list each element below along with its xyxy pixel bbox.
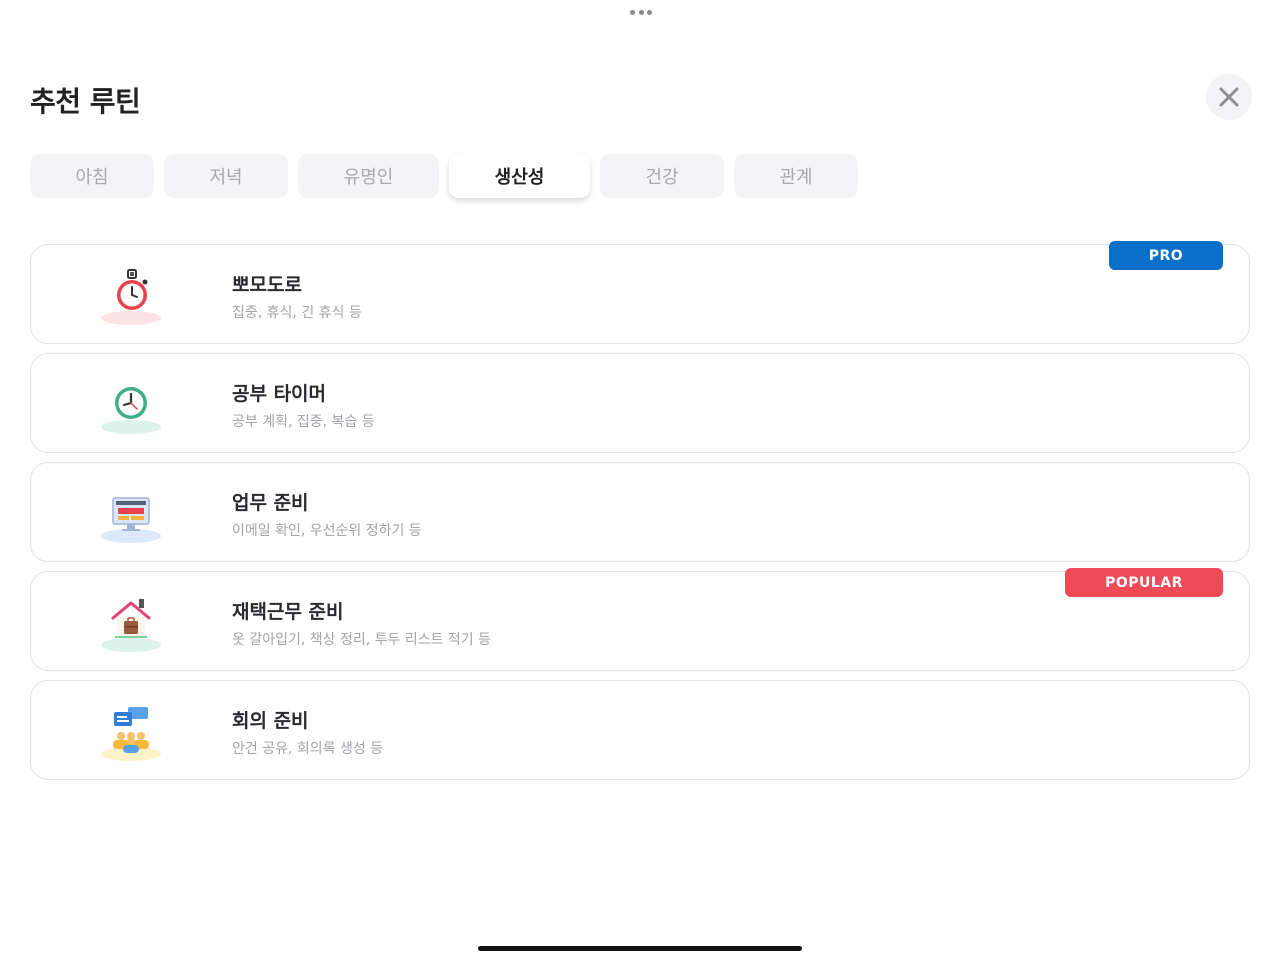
tab-label: 유명인 <box>343 167 394 188</box>
routine-card-meeting-prep[interactable]: 회의 준비 안건 공유, 회의록 생성 등 <box>30 680 1250 780</box>
routine-list: 뽀모도로 집중, 휴식, 긴 휴식 등 PRO 공부 타이머 공부 계획, 집중… <box>30 241 1250 789</box>
routine-desc: 안건 공유, 회의록 생성 등 <box>232 741 384 757</box>
stopwatch-icon <box>101 267 163 325</box>
routine-desc: 이메일 확인, 우선순위 정하기 등 <box>232 523 422 539</box>
pro-badge: PRO <box>1109 241 1223 270</box>
routine-desc: 공부 계획, 집중, 복습 등 <box>232 414 375 430</box>
routine-name: 뽀모도로 <box>232 274 302 296</box>
home-indicator[interactable] <box>478 946 802 951</box>
routine-card-work-prep[interactable]: 업무 준비 이메일 확인, 우선순위 정하기 등 <box>30 462 1250 562</box>
close-button[interactable] <box>1206 74 1252 120</box>
tab-relationship[interactable]: 관계 <box>734 154 858 198</box>
tab-celebrity[interactable]: 유명인 <box>298 154 439 198</box>
tab-productivity[interactable]: 생산성 <box>449 154 590 198</box>
routine-card-remote-work-prep[interactable]: 재택근무 준비 옷 갈아입기, 책상 정리, 투두 리스트 적기 등 POPUL… <box>30 568 1250 671</box>
routine-desc: 옷 갈아입기, 책상 정리, 투두 리스트 적기 등 <box>232 632 492 648</box>
routine-name: 회의 준비 <box>232 710 309 732</box>
routine-name: 재택근무 준비 <box>232 601 344 623</box>
grabber-dot <box>647 9 652 15</box>
category-tabs: 아침 저녁 유명인 생산성 건강 관계 <box>30 154 858 200</box>
tab-label: 생산성 <box>494 167 545 188</box>
tab-evening[interactable]: 저녁 <box>164 154 288 198</box>
routine-name: 공부 타이머 <box>232 383 327 405</box>
routine-name: 업무 준비 <box>232 492 309 514</box>
computer-icon <box>101 485 163 543</box>
tab-label: 저녁 <box>209 167 243 188</box>
clock-icon <box>101 376 163 434</box>
grabber-dot <box>630 9 635 15</box>
routine-card-pomodoro[interactable]: 뽀모도로 집중, 휴식, 긴 휴식 등 PRO <box>30 241 1250 344</box>
tab-label: 아침 <box>75 167 109 188</box>
tab-label: 관계 <box>779 167 813 188</box>
tab-label: 건강 <box>645 167 679 188</box>
tab-health[interactable]: 건강 <box>600 154 724 198</box>
routine-card-study-timer[interactable]: 공부 타이머 공부 계획, 집중, 복습 등 <box>30 353 1250 453</box>
routine-desc: 집중, 휴식, 긴 휴식 등 <box>232 305 362 321</box>
sheet-grabber[interactable] <box>630 8 652 16</box>
grabber-dot <box>638 9 644 15</box>
popular-badge: POPULAR <box>1065 568 1223 597</box>
house-icon <box>101 594 163 652</box>
page-title: 추천 루틴 <box>30 85 141 118</box>
tab-morning[interactable]: 아침 <box>30 154 154 198</box>
meeting-icon <box>101 703 163 761</box>
close-icon <box>1219 87 1239 107</box>
